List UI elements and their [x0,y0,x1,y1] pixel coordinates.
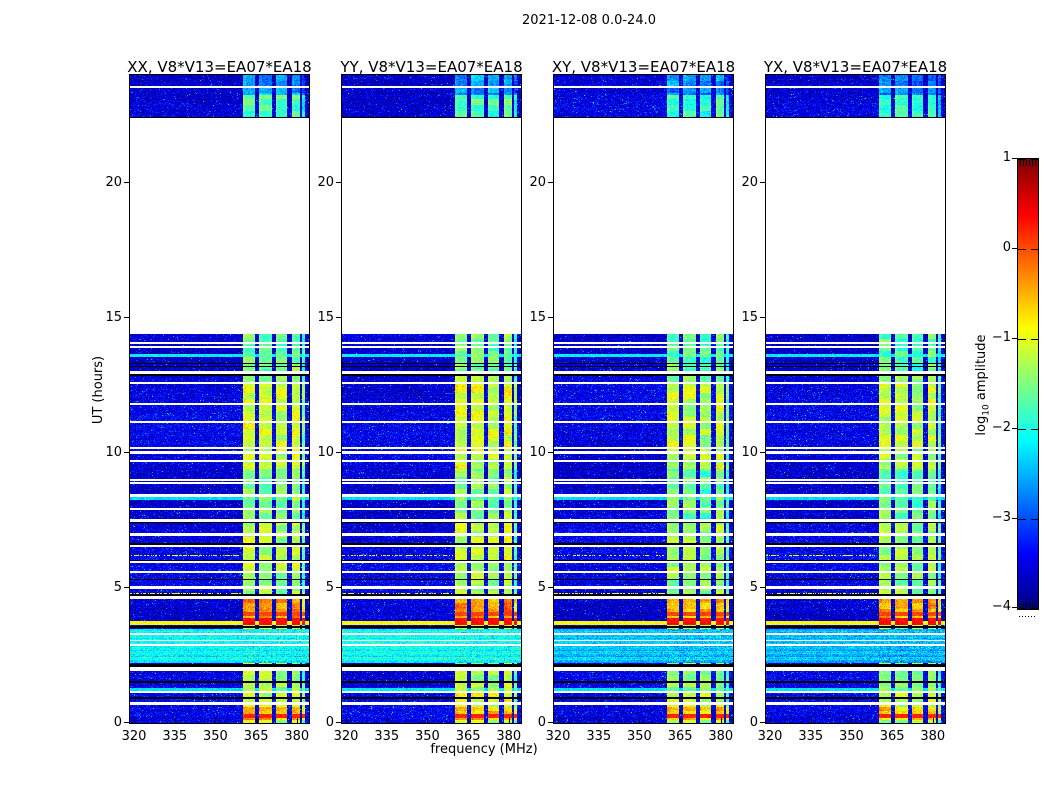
y-tick-label: 15 [529,310,546,325]
x-tick-label: 365 [879,729,905,744]
y-tick-mark [336,587,341,588]
colorbar-minor-dot [1031,616,1032,617]
y-tick-mark [760,722,765,723]
colorbar-tick-mark [1012,428,1017,429]
y-tick-mark [548,452,553,453]
x-axis-label: frequency (MHz) [430,742,538,757]
y-tick-label: 10 [317,445,334,460]
y-tick-mark [548,587,553,588]
colorbar [1017,158,1039,610]
x-tick-label: 320 [757,729,783,744]
x-tick-label: 380 [284,729,310,744]
heatmap-XX [130,75,309,723]
x-tick-label: 335 [586,729,612,744]
colorbar-canvas [1018,159,1038,609]
y-tick-label: 5 [749,580,758,595]
colorbar-minor-dot [1025,616,1026,617]
colorbar-label-sub: 10 [981,404,992,416]
x-tick-label: 350 [203,729,228,744]
y-tick-mark [548,317,553,318]
x-tick-label: 380 [920,729,946,744]
x-tick-label: 335 [162,729,188,744]
colorbar-tick-label: 1 [1002,150,1011,165]
y-axis-label: UT (hours) [91,355,106,425]
x-tick-label: 350 [627,729,652,744]
y-tick-label: 10 [741,445,758,460]
y-tick-label: 10 [529,445,546,460]
y-tick-mark [336,317,341,318]
y-tick-label: 20 [529,175,546,190]
figure-title: 2021-12-08 0.0-24.0 [522,13,656,28]
y-tick-mark [336,722,341,723]
colorbar-minor-dot [1019,616,1020,617]
y-tick-label: 5 [537,580,546,595]
colorbar-minor-dot [1022,616,1023,617]
y-tick-label: 20 [741,175,758,190]
x-tick-label: 335 [798,729,824,744]
y-tick-mark [124,452,129,453]
x-tick-label: 365 [667,729,693,744]
heatmap-XY [554,75,733,723]
colorbar-tick-mark [1012,338,1017,339]
colorbar-minor-dot [1028,616,1029,617]
colorbar-tick-label: −2 [991,420,1011,435]
colorbar-tick-label: −3 [991,510,1011,525]
y-tick-label: 20 [105,175,122,190]
y-tick-mark [336,182,341,183]
colorbar-tick-mark [1012,607,1017,608]
heatmap-YX [766,75,945,723]
panel-XY [553,74,734,724]
colorbar-tick-mark [1012,248,1017,249]
y-tick-mark [124,317,129,318]
y-tick-mark [124,722,129,723]
y-tick-mark [760,452,765,453]
y-tick-mark [124,587,129,588]
panel-YY [341,74,522,724]
heatmap-YY [342,75,521,723]
colorbar-minor-dot [1034,616,1035,617]
y-tick-mark [336,452,341,453]
y-tick-label: 5 [325,580,334,595]
y-tick-mark [548,722,553,723]
x-tick-label: 380 [708,729,734,744]
panel-YX [765,74,946,724]
colorbar-tick-mark [1012,518,1017,519]
x-tick-label: 350 [839,729,864,744]
y-tick-mark [760,587,765,588]
x-tick-label: 365 [243,729,269,744]
colorbar-tick-mark [1012,158,1017,159]
colorbar-tick-label: −4 [991,599,1011,614]
y-tick-label: 20 [317,175,334,190]
x-tick-label: 320 [333,729,359,744]
x-tick-label: 320 [121,729,147,744]
y-tick-mark [124,182,129,183]
spectrogram-figure: 2021-12-08 0.0-24.0 XX, V8*V13=EA07*EA18… [0,0,1050,800]
panel-XX [129,74,310,724]
y-tick-mark [760,317,765,318]
y-tick-label: 5 [113,580,122,595]
colorbar-tick-label: 0 [1002,240,1011,255]
y-tick-label: 15 [317,310,334,325]
y-tick-mark [548,182,553,183]
y-tick-label: 15 [741,310,758,325]
y-tick-mark [760,182,765,183]
colorbar-tick-label: −1 [991,330,1011,345]
